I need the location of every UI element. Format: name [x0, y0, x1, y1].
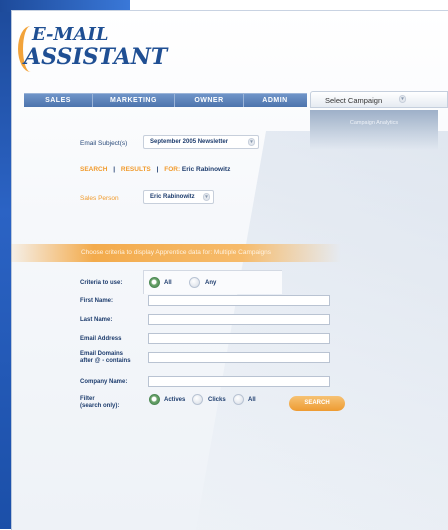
filter-clicks-radio[interactable] — [192, 394, 203, 405]
logo-line-1: E-MAIL — [32, 24, 109, 45]
main-nav: SALES MARKETING OWNER ADMIN — [24, 93, 307, 107]
filter-clicks-label: Clicks — [208, 397, 226, 403]
criteria-banner: Choose criteria to display Apprentice da… — [11, 244, 341, 262]
last-name-input[interactable] — [148, 314, 330, 325]
chevron-down-icon: ▾ — [248, 138, 255, 146]
background-sheen — [191, 131, 448, 530]
filter-actives-radio[interactable] — [149, 394, 160, 405]
sales-person-label: Sales Person — [80, 195, 119, 202]
divider: | — [113, 166, 116, 173]
sales-person-dropdown[interactable]: Eric Rabinowitz ▾ — [143, 190, 214, 204]
email-domains-input[interactable] — [148, 352, 330, 363]
tab-marketing[interactable]: MARKETING — [93, 94, 175, 107]
email-domains-label-2: after @ - contains — [80, 358, 131, 364]
criteria-all-radio[interactable] — [149, 277, 160, 288]
tab-admin[interactable]: ADMIN — [244, 94, 306, 107]
tab-sales[interactable]: SALES — [24, 94, 93, 107]
email-address-input[interactable] — [148, 333, 330, 344]
chevron-down-icon: ▾ — [399, 95, 406, 103]
first-name-label: First Name: — [80, 298, 114, 304]
app-logo: E-MAIL ASSISTANT — [18, 18, 167, 78]
campaign-panel: Campaign Analytics — [310, 110, 438, 150]
results-link[interactable]: RESULTS — [121, 166, 151, 173]
divider: | — [156, 166, 159, 173]
filter-all-radio[interactable] — [233, 394, 244, 405]
filter-actives-label: Actives — [164, 397, 186, 403]
for-name: Eric Rabinowitz — [181, 166, 231, 173]
email-domains-label-1: Email Domains — [80, 351, 124, 357]
email-subject-dropdown[interactable]: September 2005 Newsletter ▾ — [143, 135, 259, 149]
search-button[interactable]: SEARCH — [289, 396, 345, 411]
filter-all-label: All — [248, 397, 256, 403]
last-name-label: Last Name: — [80, 317, 113, 323]
company-name-input[interactable] — [148, 376, 330, 387]
for-label: FOR: — [164, 166, 181, 173]
email-address-label: Email Address — [80, 336, 122, 342]
logo-line-2: ASSISTANT — [24, 44, 168, 70]
email-subject-label: Email Subject(s) — [80, 140, 128, 147]
sales-person-value: Eric Rabinowitz — [150, 194, 195, 200]
filter-label-1: Filter — [80, 396, 95, 402]
criteria-label: Criteria to use: — [80, 280, 123, 286]
campaign-panel-text: Campaign Analytics — [349, 120, 399, 126]
email-subject-value: September 2005 Newsletter — [150, 139, 229, 145]
company-name-label: Company Name: — [80, 379, 128, 385]
first-name-input[interactable] — [148, 295, 330, 306]
criteria-any-label: Any — [205, 280, 217, 286]
select-campaign-dropdown[interactable]: Select Campaign ▾ — [310, 91, 448, 108]
select-campaign-label: Select Campaign — [325, 96, 383, 105]
criteria-all-label: All — [164, 280, 172, 286]
search-results-row: SEARCH | RESULTS | FOR: Eric Rabinowitz — [80, 166, 230, 173]
tab-owner[interactable]: OWNER — [175, 94, 244, 107]
criteria-any-radio[interactable] — [189, 277, 200, 288]
search-link[interactable]: SEARCH — [80, 166, 107, 173]
criteria-banner-text: Choose criteria to display Apprentice da… — [80, 249, 272, 256]
chevron-down-icon: ▾ — [203, 193, 210, 201]
filter-label-2: (search only): — [80, 403, 120, 409]
